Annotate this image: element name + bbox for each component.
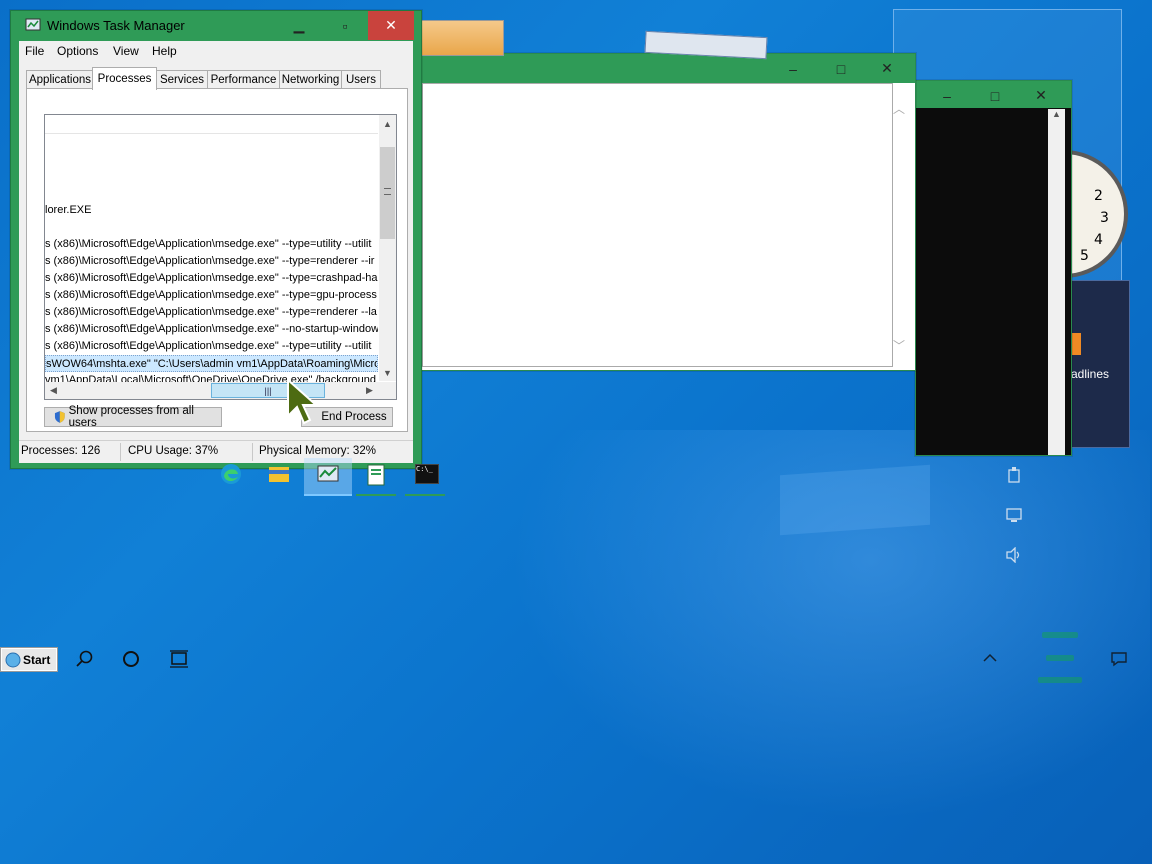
tab-processes[interactable]: Processes — [92, 67, 157, 90]
rss-icon — [1071, 333, 1081, 355]
minimize-button[interactable]: – — [770, 54, 816, 83]
process-row[interactable]: vm1\AppData\Local\Microsoft\OneDrive\One… — [45, 372, 378, 382]
process-row[interactable]: s (x86)\Microsoft\Edge\Application\msedg… — [45, 287, 378, 304]
show-all-processes-label: Show processes from all users — [68, 405, 194, 429]
clock-number-4: 4 — [1094, 232, 1103, 248]
column-header-row[interactable] — [45, 115, 378, 134]
vertical-scrollbar[interactable]: ▲ ▼ — [379, 115, 396, 381]
console-titlebar[interactable]: – □ ✕ — [916, 81, 1071, 108]
terminal-icon: C:\_ — [415, 464, 439, 484]
scroll-left-arrow-icon[interactable]: ◀ — [45, 382, 62, 399]
process-row[interactable]: s (x86)\Microsoft\Edge\Application\msedg… — [45, 338, 378, 355]
process-row[interactable]: s (x86)\Microsoft\Edge\Application\msedg… — [45, 236, 378, 253]
tab-users[interactable]: Users — [341, 70, 381, 89]
headlines-gadget[interactable]: adlines — [1070, 280, 1130, 448]
scroll-right-arrow-icon[interactable]: ▶ — [361, 382, 378, 399]
menu-view[interactable]: View — [113, 44, 139, 58]
status-physical-memory: Physical Memory: 32% — [259, 445, 376, 457]
task-manager-icon — [25, 18, 41, 31]
console-scrollbar[interactable]: ▲ — [1048, 109, 1065, 455]
search-icon[interactable] — [75, 649, 95, 669]
clock-number-2: 2 — [1094, 188, 1103, 204]
task-manager-icon — [317, 465, 339, 482]
start-label: Start — [23, 652, 51, 667]
process-row-selected[interactable]: sWOW64\mshta.exe" "C:\Users\admin vm1\Ap… — [45, 355, 378, 372]
headlines-label: adlines — [1071, 367, 1110, 381]
clock-number-3: 3 — [1100, 210, 1109, 226]
tray-clock-line — [1046, 655, 1074, 661]
chevron-up-icon[interactable] — [982, 652, 998, 664]
task-view-icon[interactable] — [169, 649, 189, 669]
menu-options[interactable]: Options — [57, 44, 98, 58]
scroll-down-arrow-icon[interactable]: ▼ — [379, 364, 396, 381]
minimize-button[interactable]: – — [924, 81, 970, 110]
status-bar: Processes: 126 CPU Usage: 37% Physical M… — [19, 440, 413, 463]
process-row[interactable]: s (x86)\Microsoft\Edge\Application\msedg… — [45, 253, 378, 270]
document-icon — [367, 464, 385, 486]
scroll-down-chevron-icon[interactable]: ﹀ — [893, 337, 905, 354]
tray-clock-line — [1042, 632, 1078, 638]
tray-clock-line — [1038, 677, 1082, 683]
file-explorer-icon[interactable] — [267, 462, 291, 486]
console-taskbar-button[interactable]: C:\_ — [405, 458, 445, 496]
blank-window-titlebar[interactable]: – □ ✕ — [422, 54, 915, 83]
console-window[interactable]: – □ ✕ ▲ — [915, 80, 1072, 456]
close-button[interactable]: ✕ — [864, 54, 910, 83]
network-icon[interactable] — [1005, 508, 1023, 524]
process-row[interactable]: s (x86)\Microsoft\Edge\Application\msedg… — [45, 270, 378, 287]
grip-icon: ||| — [264, 385, 272, 396]
clock-tray-blurred[interactable] — [1020, 628, 1104, 688]
start-button[interactable]: Start — [1, 648, 57, 671]
background-window-fragment — [420, 20, 504, 56]
blank-window-scrollbar[interactable]: ︿ ﹀ — [893, 94, 907, 354]
menu-help[interactable]: Help — [152, 44, 177, 58]
edge-icon[interactable] — [219, 462, 243, 486]
process-row[interactable]: lorer.EXE — [45, 202, 378, 219]
maximize-button[interactable]: □ — [818, 54, 864, 83]
status-process-count: Processes: 126 — [21, 445, 101, 457]
close-button[interactable]: ✕ — [1018, 81, 1064, 110]
notepad-taskbar-button[interactable] — [356, 458, 396, 496]
task-manager-window[interactable]: Windows Task Manager ▁ ▫ ✕ File Options … — [10, 10, 422, 469]
scroll-up-chevron-icon[interactable]: ︿ — [893, 100, 905, 117]
blank-window[interactable]: – □ ✕ ︿ ﹀ — [421, 53, 916, 371]
scroll-up-arrow-icon[interactable]: ▲ — [379, 115, 396, 132]
menu-file[interactable]: File — [25, 44, 44, 58]
horizontal-scrollbar[interactable]: ◀ ||| ▶ — [45, 382, 396, 399]
tab-networking[interactable]: Networking — [279, 70, 342, 89]
status-cpu-usage: CPU Usage: 37% — [128, 445, 219, 457]
grip-icon — [384, 188, 391, 195]
desktop-light-reflection — [780, 464, 930, 536]
mouse-cursor-icon — [287, 378, 319, 425]
window-title: Windows Task Manager — [47, 18, 185, 33]
close-button[interactable]: ✕ — [368, 11, 414, 40]
uac-shield-icon — [54, 411, 65, 423]
tab-performance[interactable]: Performance — [207, 70, 280, 89]
vertical-scroll-thumb[interactable] — [380, 147, 395, 239]
menu-bar: File Options View Help — [19, 41, 413, 61]
volume-icon[interactable] — [1005, 547, 1023, 563]
minimize-button[interactable]: ▁ — [276, 11, 322, 40]
windows-orb-icon — [5, 652, 21, 667]
notification-icon[interactable] — [1110, 650, 1128, 668]
task-manager-client: File Options View Help Applications Proc… — [19, 41, 413, 463]
end-process-label: End Process — [321, 411, 387, 423]
power-plug-icon[interactable] — [1006, 467, 1022, 485]
tab-applications[interactable]: Applications — [26, 70, 94, 89]
maximize-button[interactable]: ▫ — [322, 11, 368, 40]
status-divider — [252, 443, 253, 461]
scroll-up-arrow-icon[interactable]: ▲ — [1048, 109, 1065, 119]
taskmgr-taskbar-button[interactable] — [304, 458, 352, 496]
clock-number-5: 5 — [1080, 248, 1089, 264]
process-row[interactable]: s (x86)\Microsoft\Edge\Application\msedg… — [45, 321, 378, 338]
show-all-processes-button[interactable]: Show processes from all users — [44, 405, 222, 429]
task-manager-titlebar[interactable]: Windows Task Manager ▁ ▫ ✕ — [11, 11, 421, 41]
tab-services[interactable]: Services — [156, 70, 208, 89]
process-row[interactable]: s (x86)\Microsoft\Edge\Application\msedg… — [45, 304, 378, 321]
process-list[interactable]: lorer.EXE s (x86)\Microsoft\Edge\Applica… — [44, 114, 397, 400]
cortana-icon[interactable] — [121, 649, 141, 669]
blank-window-content — [422, 83, 893, 367]
status-divider — [120, 443, 121, 461]
maximize-button[interactable]: □ — [972, 81, 1018, 110]
